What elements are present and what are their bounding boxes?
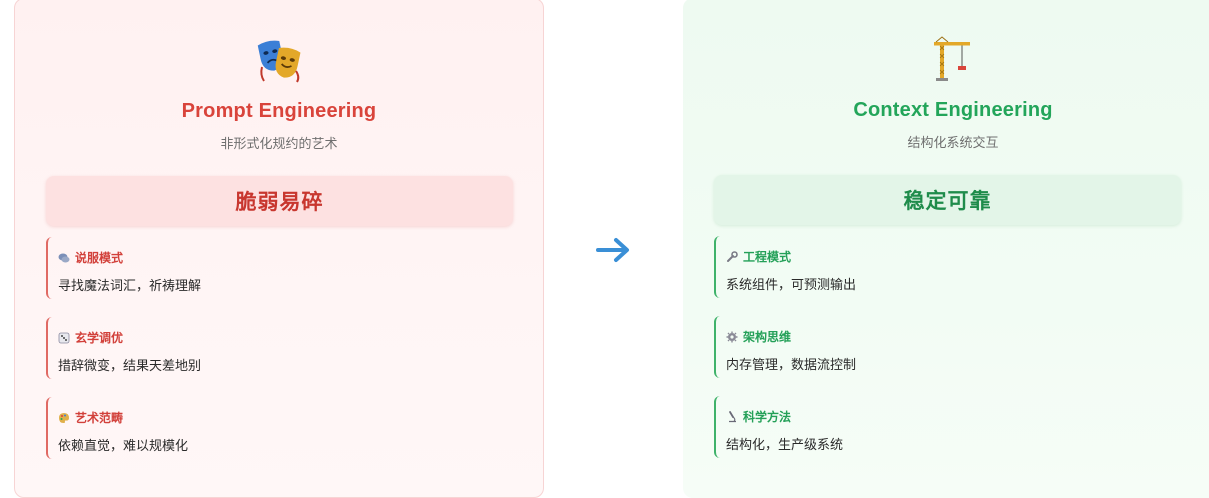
theater-masks-icon (15, 37, 543, 83)
feature-label: 玄学调优 (75, 331, 124, 345)
feature-card: 艺术范畴 依赖直觉，难以规模化 (46, 397, 286, 459)
feature-card: 科学方法 结构化，生产级系统 (714, 396, 954, 458)
status-badge: 稳定可靠 (714, 175, 1181, 225)
panel-subtitle: 非形式化规约的艺术 (220, 136, 338, 151)
feature-desc: 措辞微变，结果天差地别 (58, 358, 202, 373)
status-badge: 脆弱易碎 (46, 176, 513, 226)
feature-card: 工程模式 系统组件，可预测输出 (714, 236, 954, 298)
gear-icon (726, 331, 738, 342)
feature-label: 架构思维 (743, 330, 792, 344)
prompt-engineering-panel: Prompt Engineering 非形式化规约的艺术 脆弱易碎 说服模式 寻… (14, 0, 544, 498)
feature-desc: 内存管理，数据流控制 (726, 357, 857, 372)
speech-bubbles-icon (58, 253, 70, 262)
construction-crane-icon (683, 36, 1209, 82)
panel-title: Prompt Engineering (181, 100, 377, 122)
wrench-icon (727, 250, 738, 262)
feature-label: 说服模式 (75, 251, 124, 265)
panel-title: Context Engineering (853, 99, 1053, 121)
panel-subtitle: 结构化系统交互 (907, 135, 999, 150)
feature-desc: 寻找魔法词汇，祈祷理解 (58, 278, 202, 293)
feature-label: 工程模式 (743, 250, 792, 264)
palette-icon (59, 412, 69, 423)
context-engineering-panel: Context Engineering 结构化系统交互 稳定可靠 工程模式 系统… (683, 0, 1209, 498)
right-arrow-icon (596, 238, 629, 262)
dice-icon (58, 332, 70, 343)
feature-desc: 结构化，生产级系统 (726, 437, 844, 452)
microscope-icon (729, 410, 736, 422)
feature-label: 科学方法 (743, 410, 792, 424)
feature-card: 说服模式 寻找魔法词汇，祈祷理解 (46, 237, 286, 299)
feature-card: 架构思维 内存管理，数据流控制 (714, 316, 954, 378)
feature-label: 艺术范畴 (75, 411, 124, 425)
feature-desc: 系统组件，可预测输出 (726, 277, 857, 292)
feature-card: 玄学调优 措辞微变，结果天差地别 (46, 317, 286, 379)
feature-desc: 依赖直觉，难以规模化 (58, 438, 189, 453)
